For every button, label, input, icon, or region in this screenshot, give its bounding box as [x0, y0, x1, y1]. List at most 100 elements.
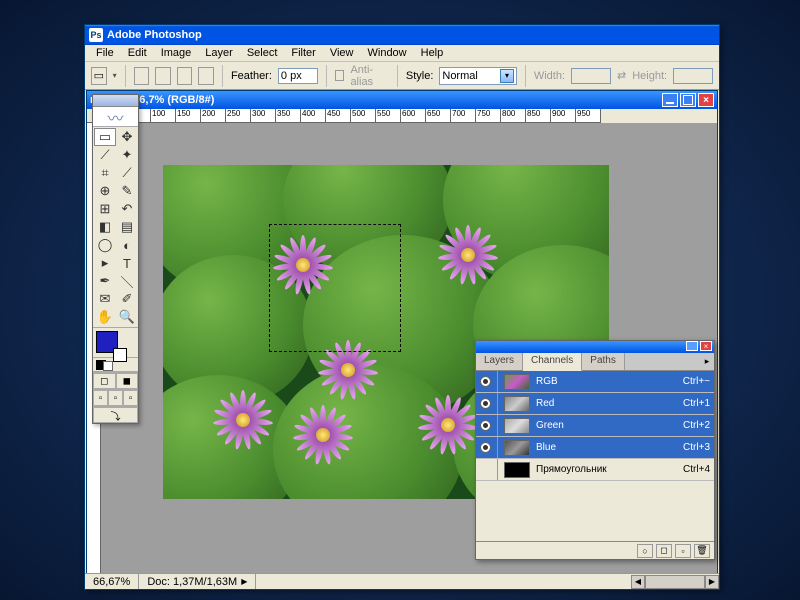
subtract-selection-button[interactable]	[177, 67, 193, 85]
selection-marquee[interactable]	[269, 224, 401, 352]
tool-dodge[interactable]: ◐	[116, 236, 138, 254]
screen-full-button[interactable]: ▫	[123, 390, 138, 406]
ruler-tick: 800	[501, 109, 526, 123]
tool-preset-picker[interactable]: ▭	[91, 67, 107, 85]
ruler-tick: 250	[226, 109, 251, 123]
quickmask-mode-button[interactable]: ◼	[116, 373, 139, 389]
tool-hand[interactable]: ✋	[94, 308, 116, 326]
new-channel-button[interactable]: ▫	[675, 544, 691, 558]
screen-full-menu-button[interactable]: ▫	[108, 390, 123, 406]
document-titlebar[interactable]: и.jpg @ 66,7% (RGB/8#) ×	[87, 91, 717, 109]
channel-thumbnail	[504, 462, 530, 478]
antialias-label: Anti-alias	[350, 64, 389, 88]
tool-lasso[interactable]: ⟋	[94, 146, 116, 164]
channel-row[interactable]: BlueCtrl+3	[476, 437, 714, 459]
channel-row[interactable]: ПрямоугольникCtrl+4	[476, 459, 714, 481]
channel-name: Red	[536, 398, 677, 409]
tab-channels[interactable]: Channels	[523, 353, 582, 371]
preset-arrow-icon[interactable]: ▾	[113, 71, 117, 80]
scroll-right-button[interactable]: ▶	[705, 575, 719, 589]
visibility-eye-icon[interactable]	[480, 398, 491, 409]
tab-paths[interactable]: Paths	[582, 353, 625, 370]
visibility-eye-icon[interactable]	[480, 442, 491, 453]
menu-help[interactable]: Help	[414, 46, 451, 60]
close-button[interactable]: ×	[698, 93, 714, 107]
intersect-selection-button[interactable]	[198, 67, 214, 85]
background-color[interactable]	[113, 348, 127, 362]
tool-marquee[interactable]: ▭	[94, 128, 116, 146]
doc-size[interactable]: Doc: 1,37M/1,63M▶	[139, 574, 256, 589]
toolbox-palette[interactable]: 〰 ▭✥⟋✦⌗⟋⊕✎⊞↶◧▤◯◐▸T✒＼✉✐✋🔍 ◻ ◼ ▫ ▫ ▫ ⤵	[92, 94, 139, 424]
panel-minimize-button[interactable]: _	[686, 341, 698, 351]
menu-image[interactable]: Image	[154, 46, 199, 60]
tool-eraser[interactable]: ◧	[94, 218, 116, 236]
panel-close-button[interactable]: ×	[700, 341, 712, 351]
channel-name: Green	[536, 420, 677, 431]
tool-brush[interactable]: ✎	[116, 182, 138, 200]
ruler-tick: 150	[176, 109, 201, 123]
load-selection-button[interactable]: ○	[637, 544, 653, 558]
channel-row[interactable]: RedCtrl+1	[476, 393, 714, 415]
visibility-eye-icon[interactable]	[480, 376, 491, 387]
menu-edit[interactable]: Edit	[121, 46, 154, 60]
tab-layers[interactable]: Layers	[476, 353, 523, 370]
ruler-tick: 500	[351, 109, 376, 123]
menu-filter[interactable]: Filter	[284, 46, 322, 60]
tool-shape[interactable]: ＼	[116, 272, 138, 290]
save-selection-button[interactable]: ◻	[656, 544, 672, 558]
separator	[326, 65, 327, 87]
visibility-eye-icon[interactable]	[480, 464, 491, 475]
ruler-tick: 550	[376, 109, 401, 123]
style-select[interactable]: Normal ▾	[439, 67, 517, 85]
menu-file[interactable]: File	[89, 46, 121, 60]
add-selection-button[interactable]	[155, 67, 171, 85]
tool-wand[interactable]: ✦	[116, 146, 138, 164]
tool-history[interactable]: ↶	[116, 200, 138, 218]
channel-row[interactable]: RGBCtrl+~	[476, 371, 714, 393]
horizontal-ruler[interactable]: 0501001502002503003504004505005506006507…	[101, 109, 601, 123]
height-label: Height:	[632, 70, 667, 82]
tool-blur[interactable]: ◯	[94, 236, 116, 254]
tool-type[interactable]: T	[116, 254, 138, 272]
ruler-tick: 450	[326, 109, 351, 123]
menu-layer[interactable]: Layer	[198, 46, 240, 60]
app-titlebar[interactable]: Ps Adobe Photoshop	[85, 25, 719, 45]
tool-slice[interactable]: ⟋	[116, 164, 138, 182]
visibility-eye-icon[interactable]	[480, 420, 491, 431]
standard-mode-button[interactable]: ◻	[93, 373, 116, 389]
tool-heal[interactable]: ⊕	[94, 182, 116, 200]
delete-channel-button[interactable]: 🗑	[694, 544, 710, 558]
toolbox-logo: 〰	[93, 107, 138, 127]
menu-select[interactable]: Select	[240, 46, 285, 60]
app-icon: Ps	[89, 28, 103, 42]
new-selection-button[interactable]	[134, 67, 150, 85]
tool-zoom[interactable]: 🔍	[116, 308, 138, 326]
tool-path[interactable]: ▸	[94, 254, 116, 272]
scroll-left-button[interactable]: ◀	[631, 575, 645, 589]
tool-pen[interactable]: ✒	[94, 272, 116, 290]
tool-stamp[interactable]: ⊞	[94, 200, 116, 218]
menu-window[interactable]: Window	[361, 46, 414, 60]
panel-titlebar[interactable]: _ ×	[476, 341, 714, 353]
panel-menu-button[interactable]: ▸	[700, 353, 714, 370]
imageready-button[interactable]: ⤵	[93, 407, 138, 423]
style-value: Normal	[442, 70, 477, 82]
tool-crop[interactable]: ⌗	[94, 164, 116, 182]
minimize-button[interactable]	[662, 93, 678, 107]
tool-eyedrop[interactable]: ✐	[116, 290, 138, 308]
zoom-level[interactable]: 66,67%	[85, 574, 139, 589]
tool-notes[interactable]: ✉	[94, 290, 116, 308]
arrow-icon: ▶	[241, 577, 247, 586]
channels-panel[interactable]: _ × Layers Channels Paths ▸ RGBCtrl+~Red…	[475, 340, 715, 560]
image-content	[298, 410, 348, 460]
ruler-tick: 400	[301, 109, 326, 123]
h-scrollbar[interactable]	[645, 575, 705, 589]
feather-input[interactable]	[278, 68, 318, 84]
menu-view[interactable]: View	[323, 46, 361, 60]
channel-row[interactable]: GreenCtrl+2	[476, 415, 714, 437]
separator	[222, 65, 223, 87]
screen-standard-button[interactable]: ▫	[93, 390, 108, 406]
tool-move[interactable]: ✥	[116, 128, 138, 146]
maximize-button[interactable]	[680, 93, 696, 107]
tool-gradient[interactable]: ▤	[116, 218, 138, 236]
